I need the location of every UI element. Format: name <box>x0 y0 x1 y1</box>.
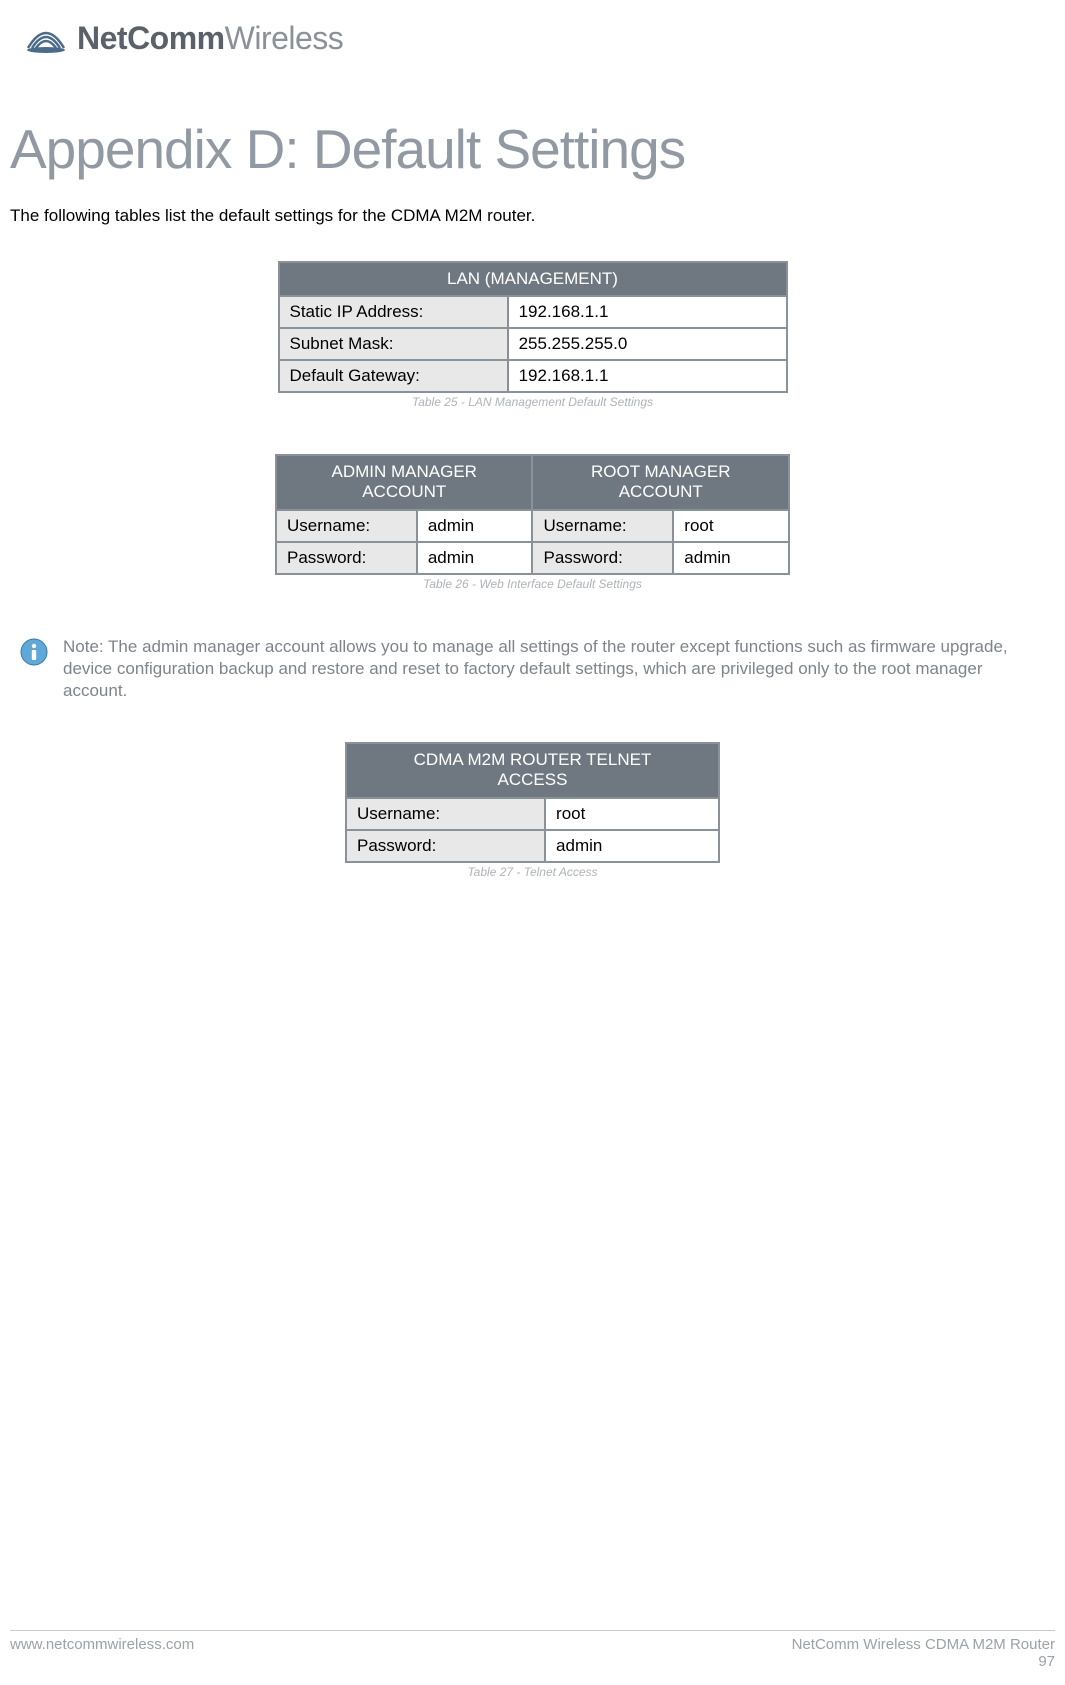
acct-label: Username: <box>532 510 673 542</box>
acct-value: admin <box>673 542 789 574</box>
acct-value: admin <box>417 542 533 574</box>
brand-light: Wireless <box>225 20 344 56</box>
telnet-value: root <box>545 798 719 830</box>
table-row: Default Gateway: 192.168.1.1 <box>279 360 787 392</box>
lan-caption: Table 25 - LAN Management Default Settin… <box>10 395 1055 409</box>
table-row: Subnet Mask: 255.255.255.0 <box>279 328 787 360</box>
page-header: NetCommWireless <box>0 0 1065 57</box>
info-icon <box>20 638 48 671</box>
note-text: Note: The admin manager account allows y… <box>63 636 1045 702</box>
acct-label: Username: <box>276 510 417 542</box>
acct-value: root <box>673 510 789 542</box>
table-row: Password: admin <box>346 830 719 862</box>
accounts-table: ADMIN MANAGER ACCOUNT ROOT MANAGER ACCOU… <box>275 454 790 575</box>
table-row: Static IP Address: 192.168.1.1 <box>279 296 787 328</box>
netcomm-logo-icon <box>25 24 67 54</box>
accounts-caption: Table 26 - Web Interface Default Setting… <box>10 577 1055 591</box>
acct-label: Password: <box>532 542 673 574</box>
telnet-header: CDMA M2M ROUTER TELNET ACCESS <box>346 743 719 798</box>
accounts-header-admin: ADMIN MANAGER ACCOUNT <box>276 455 532 510</box>
lan-value: 192.168.1.1 <box>508 360 787 392</box>
telnet-table: CDMA M2M ROUTER TELNET ACCESS Username: … <box>345 742 720 863</box>
acct-value: admin <box>417 510 533 542</box>
intro-text: The following tables list the default se… <box>10 206 1055 226</box>
note-block: Note: The admin manager account allows y… <box>20 636 1055 702</box>
telnet-caption: Table 27 - Telnet Access <box>10 865 1055 879</box>
table-row: Username: root <box>346 798 719 830</box>
lan-table: LAN (MANAGEMENT) Static IP Address: 192.… <box>278 261 788 393</box>
brand-text: NetCommWireless <box>77 20 343 57</box>
page-number: 97 <box>792 1653 1055 1670</box>
table-row: Username: admin Username: root <box>276 510 789 542</box>
lan-value: 255.255.255.0 <box>508 328 787 360</box>
lan-label: Subnet Mask: <box>279 328 508 360</box>
telnet-value: admin <box>545 830 719 862</box>
lan-header: LAN (MANAGEMENT) <box>279 262 787 296</box>
brand-bold: NetComm <box>77 20 225 56</box>
page-title: Appendix D: Default Settings <box>10 117 1055 181</box>
lan-value: 192.168.1.1 <box>508 296 787 328</box>
table-row: Password: admin Password: admin <box>276 542 789 574</box>
acct-label: Password: <box>276 542 417 574</box>
telnet-label: Username: <box>346 798 545 830</box>
lan-label: Static IP Address: <box>279 296 508 328</box>
footer-url: www.netcommwireless.com <box>10 1636 194 1653</box>
accounts-header-root: ROOT MANAGER ACCOUNT <box>532 455 789 510</box>
lan-label: Default Gateway: <box>279 360 508 392</box>
footer-product: NetComm Wireless CDMA M2M Router <box>792 1636 1055 1653</box>
telnet-label: Password: <box>346 830 545 862</box>
page-footer: www.netcommwireless.com NetComm Wireless… <box>10 1630 1055 1670</box>
